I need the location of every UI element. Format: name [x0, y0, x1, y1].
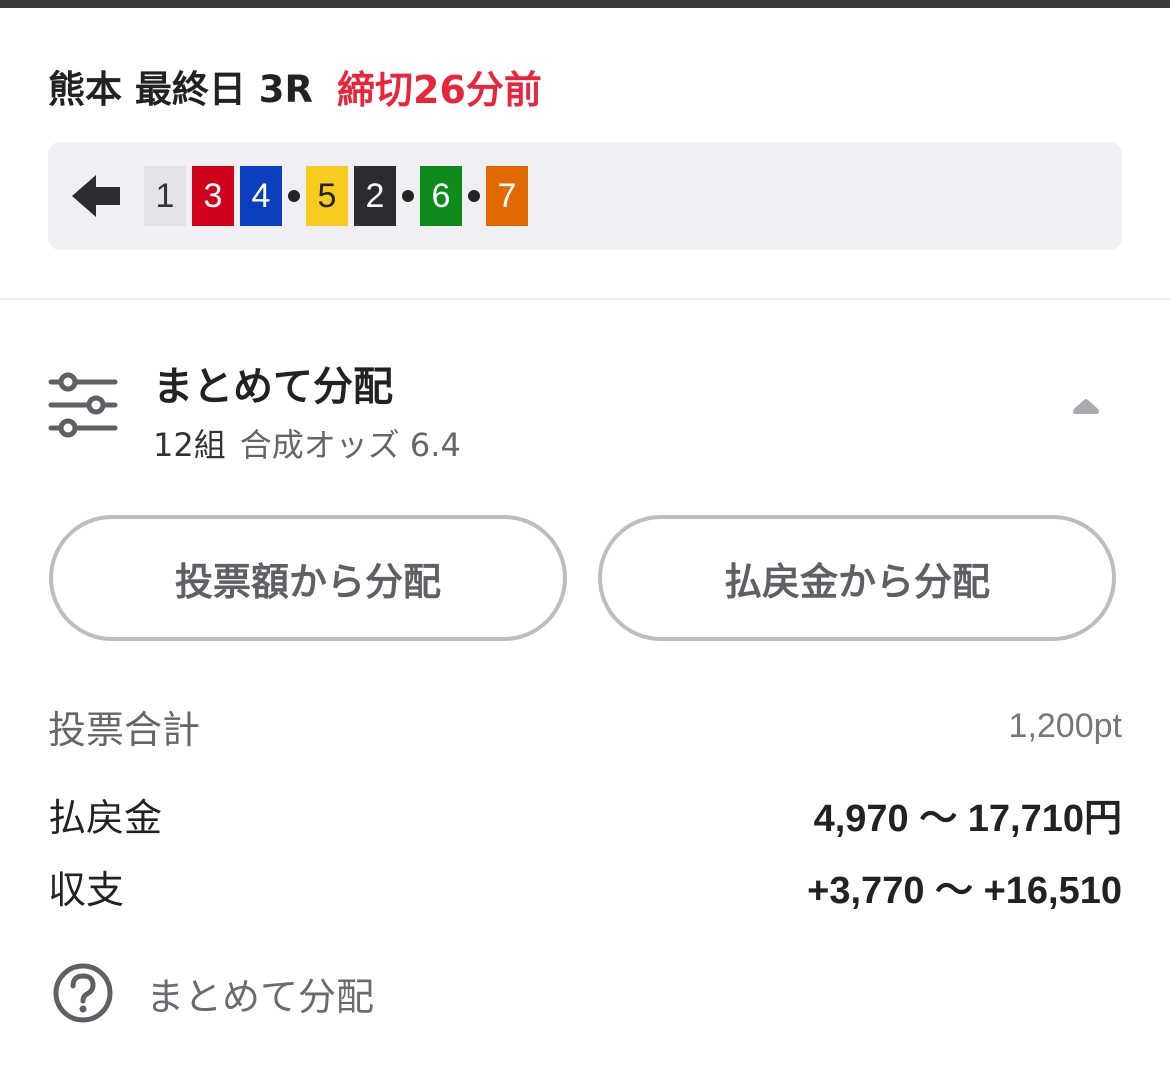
race-header: 熊本 最終日 3R 締切26分前 — [48, 58, 542, 114]
distribute-by-bet-button[interactable]: 投票額から分配 — [49, 515, 567, 641]
bet-total-label: 投票合計 — [48, 707, 201, 752]
combined-odds: 合成オッズ 6.4 — [239, 426, 461, 464]
combination-numbers: 1345267 — [144, 166, 534, 226]
payout-value: 4,970 〜 17,710円 — [813, 797, 1122, 840]
combination-panel: 1345267 — [48, 142, 1122, 250]
combination-number: 5 — [306, 166, 348, 226]
question-circle-icon — [53, 963, 113, 1023]
chevron-up-icon[interactable] — [1070, 396, 1102, 416]
combination-separator — [468, 190, 480, 202]
help-label: まとめて分配 — [146, 974, 375, 1019]
arrow-left-icon[interactable] — [70, 172, 122, 220]
distribute-by-payout-button[interactable]: 払戻金から分配 — [598, 515, 1116, 641]
combination-number: 6 — [420, 166, 462, 226]
deadline-countdown: 締切26分前 — [337, 67, 542, 112]
balance-label: 収支 — [48, 867, 125, 912]
combination-separator — [288, 190, 300, 202]
balance-row: 収支 +3,770 〜 +16,510 — [48, 858, 1122, 914]
combination-number: 7 — [486, 166, 528, 226]
combination-number: 2 — [354, 166, 396, 226]
bet-total-value: 1,200pt — [1008, 706, 1122, 745]
section-divider — [0, 298, 1170, 300]
combination-separator — [402, 190, 414, 202]
payout-row: 払戻金 4,970 〜 17,710円 — [48, 786, 1122, 842]
combination-count: 12組 — [153, 426, 226, 464]
distribution-subtitle: 12組 合成オッズ 6.4 — [153, 420, 461, 466]
payout-label: 払戻金 — [48, 795, 163, 840]
balance-value: +3,770 〜 +16,510 — [807, 869, 1122, 912]
combination-number: 4 — [240, 166, 282, 226]
combination-number: 1 — [144, 166, 186, 226]
race-title: 熊本 最終日 3R — [48, 68, 313, 111]
top-bar-strip — [0, 0, 1170, 8]
bet-total-row: 投票合計 1,200pt — [48, 698, 1122, 754]
help-link[interactable]: まとめて分配 — [52, 962, 374, 1024]
distribution-title: まとめて分配 — [153, 364, 393, 410]
sliders-icon — [48, 372, 118, 438]
combination-number: 3 — [192, 166, 234, 226]
